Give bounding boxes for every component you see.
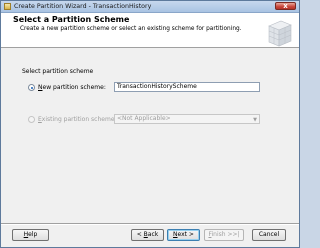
finish-button[interactable]: Finish >>| [204,229,244,241]
footer-divider [1,223,299,225]
title-bar[interactable]: Create Partition Wizard - TransactionHis… [1,1,299,13]
new-scheme-name-input[interactable]: TransactionHistoryScheme [114,82,260,92]
existing-scheme-radio[interactable] [28,116,35,123]
help-button[interactable]: Help [12,229,49,241]
page-description: Create a new partition scheme or select … [20,26,242,32]
wizard-app-icon [4,3,11,10]
page-title: Select a Partition Scheme [13,15,130,24]
back-button[interactable]: < Back [131,229,164,241]
chevron-down-icon: ▼ [253,117,257,123]
next-button[interactable]: Next > [167,229,200,241]
cancel-button[interactable]: Cancel [252,229,286,241]
new-scheme-label[interactable]: New partition scheme: [38,84,106,91]
wizard-window: Create Partition Wizard - TransactionHis… [0,0,300,248]
existing-scheme-dropdown[interactable]: <Not Applicable> ▼ [114,114,260,124]
database-table-graphic-icon [268,20,292,47]
new-scheme-radio[interactable] [28,84,35,91]
radio-selected-dot [30,86,33,89]
close-icon: x [283,2,288,10]
section-label: Select partition scheme [22,68,94,75]
window-title: Create Partition Wizard - TransactionHis… [14,3,152,10]
existing-scheme-value: <Not Applicable> [117,115,171,122]
close-button[interactable]: x [275,2,296,10]
existing-scheme-label[interactable]: Existing partition scheme: [38,116,117,123]
wizard-header: Select a Partition Scheme Create a new p… [1,13,299,48]
